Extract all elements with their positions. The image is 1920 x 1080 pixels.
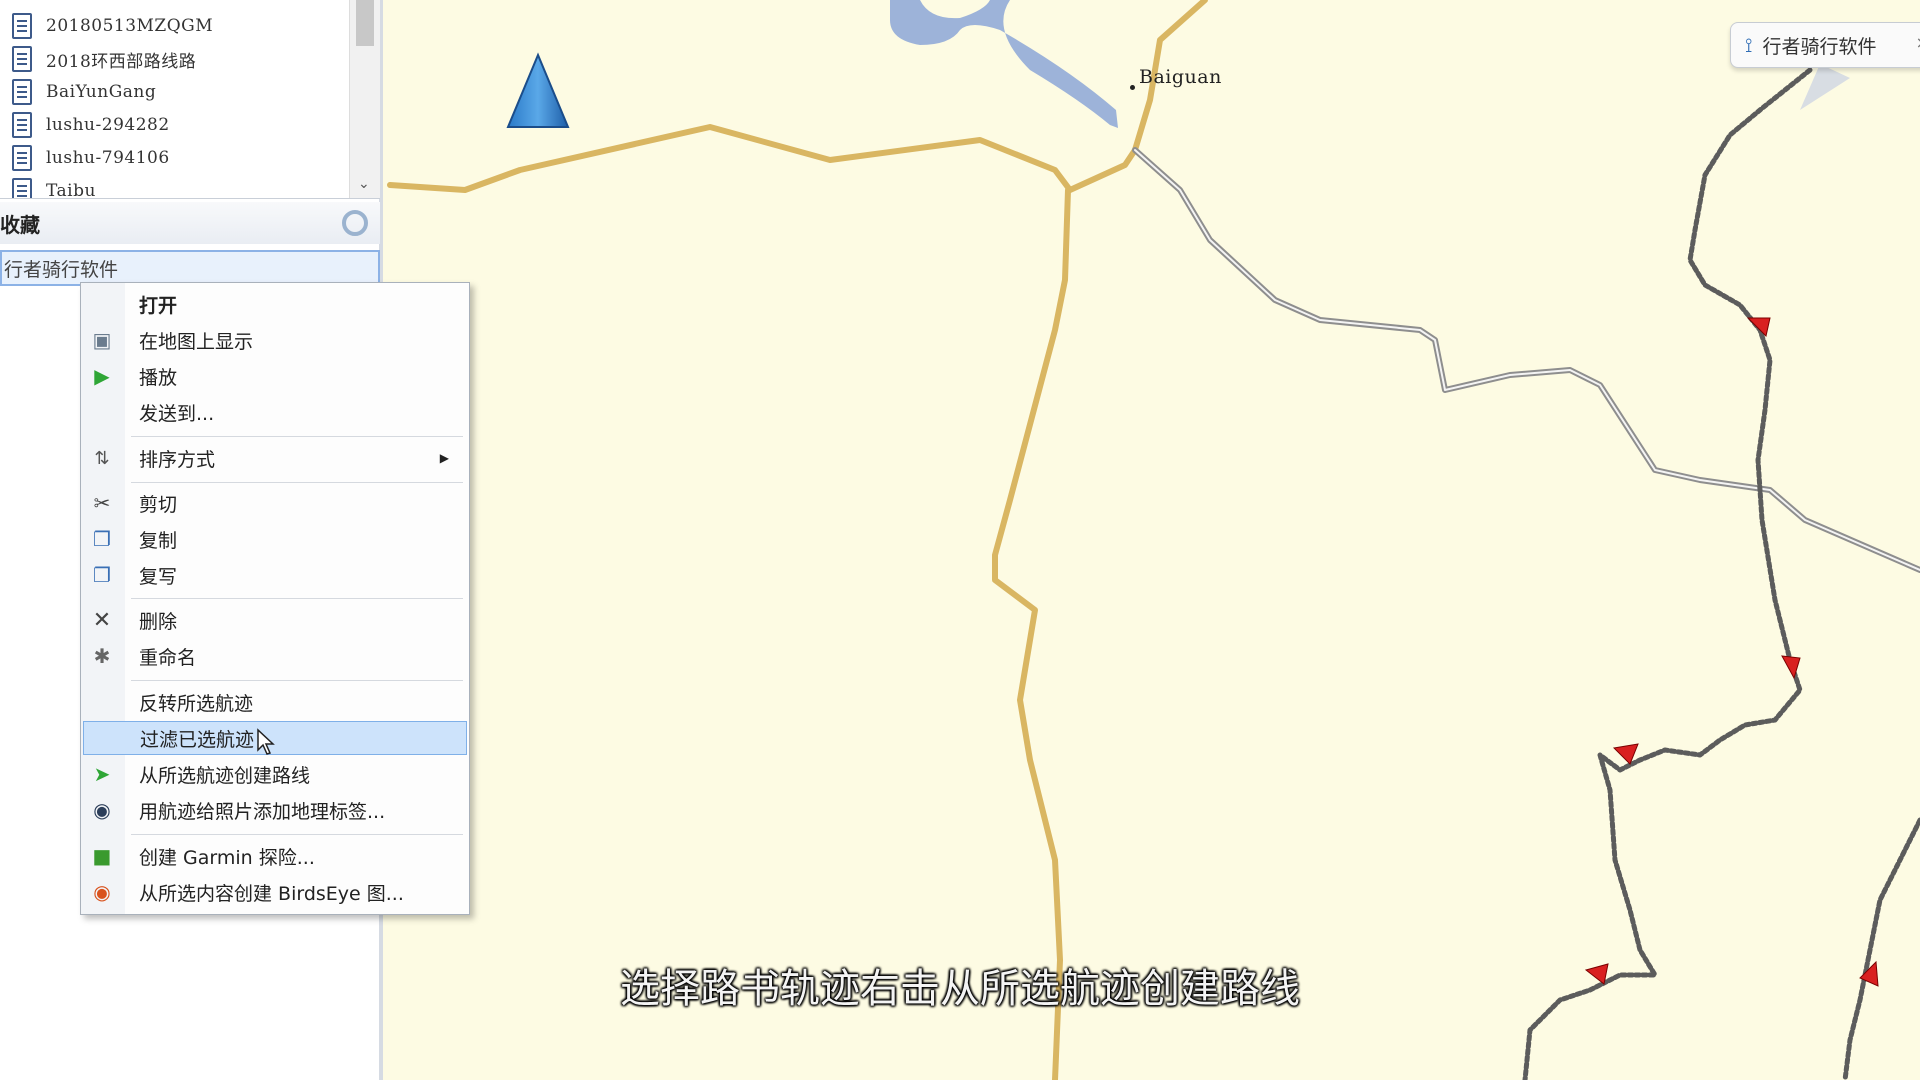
list-item-label: Taibu (46, 181, 96, 199)
selected-item-label: 行者骑行软件 (4, 258, 119, 281)
favorites-header: 收藏 (0, 202, 380, 244)
gear-icon[interactable] (342, 210, 368, 236)
list-scrollbar[interactable]: ⌄ (349, 0, 380, 198)
rename-icon: ✱ (93, 644, 111, 668)
menu-item-play[interactable]: ▶ 播放 (83, 359, 467, 393)
list-item[interactable]: BaiYunGang (0, 76, 350, 108)
menu-separator (131, 482, 463, 483)
place-label: Baiguan (1139, 66, 1222, 88)
delete-icon: ✕ (92, 607, 112, 633)
menu-separator (131, 598, 463, 599)
context-menu: 打开 ▣ 在地图上显示 ▶ 播放 发送到... ⇅ 排序方式 ▶ ✂ 剪切 ❐ … (80, 282, 470, 915)
menu-item-label: 用航迹给照片添加地理标签... (139, 800, 386, 823)
menu-item-label: 过滤已选航迹 (140, 728, 255, 751)
map-show-icon: ▣ (92, 328, 112, 352)
adventure-icon: ■ (92, 844, 112, 868)
menu-item-label: 打开 (139, 294, 178, 317)
document-icon (12, 145, 32, 171)
camera-icon: ◉ (93, 798, 111, 822)
birdseye-icon: ◉ (93, 880, 111, 904)
menu-item-cut[interactable]: ✂ 剪切 (83, 486, 467, 520)
menu-item-label: 反转所选航迹 (139, 692, 254, 715)
menu-item-duplicate[interactable]: ❐ 复写 (83, 558, 467, 592)
list-item[interactable]: lushu-794106 (0, 142, 350, 174)
track-icon: ⟟ (1745, 33, 1753, 57)
list-item-label: 2018环西部路线路 (46, 51, 197, 72)
map-tab[interactable]: ⟟ 行者骑行软件 × (1730, 22, 1920, 68)
menu-item-label: 在地图上显示 (139, 330, 254, 353)
list-item[interactable]: 20180513MZQGM (0, 10, 350, 42)
list-item[interactable]: lushu-294282 (0, 109, 350, 141)
copy-icon: ❐ (93, 527, 111, 551)
menu-item-label: 复制 (139, 529, 178, 552)
menu-item-sort[interactable]: ⇅ 排序方式 ▶ (83, 441, 467, 475)
chevron-down-icon[interactable]: ⌄ (358, 176, 370, 192)
list-item-label: lushu-794106 (46, 148, 170, 168)
menu-separator (131, 436, 463, 437)
document-icon (12, 13, 32, 39)
menu-item-reverse-track[interactable]: 反转所选航迹 (83, 685, 467, 719)
list-item-label: lushu-294282 (46, 115, 170, 135)
menu-item-label: 删除 (139, 610, 178, 633)
menu-item-label: 排序方式 (139, 448, 216, 471)
menu-item-create-adventure[interactable]: ■ 创建 Garmin 探险... (83, 839, 467, 873)
section-title: 收藏 (0, 212, 40, 237)
submenu-arrow-icon: ▶ (439, 451, 449, 465)
play-icon: ▶ (94, 364, 110, 388)
menu-item-send-to[interactable]: 发送到... (83, 395, 467, 429)
menu-item-label: 发送到... (139, 402, 215, 425)
menu-item-label: 重命名 (139, 646, 197, 669)
document-icon (12, 46, 32, 72)
sort-icon: ⇅ (94, 447, 110, 469)
close-icon[interactable]: × (1916, 33, 1920, 52)
menu-separator (131, 834, 463, 835)
menu-item-create-route[interactable]: ➤ 从所选航迹创建路线 (83, 757, 467, 791)
list-item[interactable]: Taibu (0, 175, 350, 199)
menu-item-label: 剪切 (139, 493, 178, 516)
document-icon (12, 178, 32, 198)
menu-item-open[interactable]: 打开 (83, 287, 467, 321)
menu-item-label: 从所选航迹创建路线 (139, 764, 311, 787)
file-list[interactable]: 20180513MZQGM 2018环西部路线路 BaiYunGang lush… (0, 0, 380, 199)
menu-item-label: 创建 Garmin 探险... (139, 846, 315, 869)
video-subtitle: 选择路书轨迹右击从所选航迹创建路线 (620, 966, 1300, 1012)
scroll-thumb[interactable] (356, 0, 374, 46)
document-icon (12, 112, 32, 138)
duplicate-icon: ❐ (93, 563, 111, 587)
menu-item-label: 从所选内容创建 BirdsEye 图... (139, 882, 404, 905)
menu-item-geotag-photos[interactable]: ◉ 用航迹给照片添加地理标签... (83, 793, 467, 827)
menu-item-label: 复写 (139, 565, 178, 588)
menu-item-rename[interactable]: ✱ 重命名 (83, 639, 467, 673)
selected-favorite-item[interactable]: 行者骑行软件 (0, 250, 380, 286)
menu-item-delete[interactable]: ✕ 删除 (83, 603, 467, 637)
list-item[interactable]: 2018环西部路线路 (0, 43, 350, 75)
scissors-icon: ✂ (93, 491, 111, 515)
document-icon (12, 79, 32, 105)
menu-item-show-on-map[interactable]: ▣ 在地图上显示 (83, 323, 467, 357)
map-tab-label: 行者骑行软件 (1762, 35, 1877, 58)
list-item-label: BaiYunGang (46, 82, 157, 102)
list-item-label: 20180513MZQGM (46, 16, 214, 36)
menu-separator (131, 680, 463, 681)
place-dot (1130, 85, 1135, 90)
mouse-cursor-icon (257, 728, 275, 755)
menu-item-copy[interactable]: ❐ 复制 (83, 522, 467, 556)
menu-item-label: 播放 (139, 366, 178, 389)
route-icon: ➤ (93, 762, 111, 786)
menu-item-create-birdseye[interactable]: ◉ 从所选内容创建 BirdsEye 图... (83, 875, 467, 909)
